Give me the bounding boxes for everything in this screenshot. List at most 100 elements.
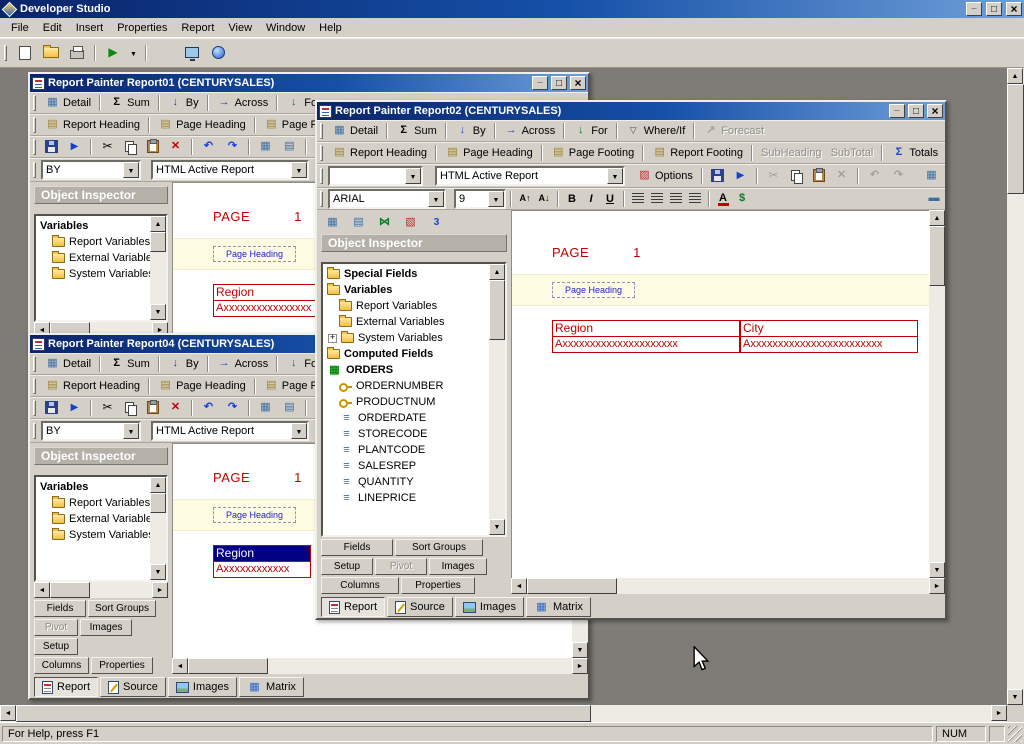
object-inspector-caption[interactable]: Object Inspector [34,447,168,465]
tree-item[interactable]: External Variables [323,314,489,330]
fields-tree[interactable]: Variables Report Variables External Vari… [34,475,168,582]
scroll-left-arrow[interactable] [511,578,527,594]
menu-report[interactable]: Report [174,20,221,36]
app-titlebar[interactable]: Developer Studio [0,0,1024,18]
combo-dropdown-button[interactable] [123,423,139,439]
menu-edit[interactable]: Edit [36,20,69,36]
scrollbar-thumb[interactable] [16,705,591,722]
tree-item[interactable]: ORDERDATE [323,410,489,426]
column-header[interactable]: City [740,320,918,337]
redo-button[interactable] [221,398,244,418]
grid-view-button[interactable] [254,137,277,157]
across-button[interactable]: Across [500,121,560,141]
paste-button[interactable] [143,398,163,418]
inspector-tab-properties[interactable]: Properties [401,577,475,594]
tree-item[interactable]: PRODUCTNUM [323,394,489,410]
shrink-font-button[interactable] [535,190,553,208]
report-heading-button[interactable]: Report Heading [328,143,431,163]
across-button[interactable]: Across [213,93,273,113]
report02-close-button[interactable] [927,104,943,118]
align-center-button[interactable] [648,190,666,208]
tab-matrix[interactable]: Matrix [526,597,591,617]
column-sample-value[interactable]: Axxxxxxxxxxxx [213,562,311,578]
scrollbar-thumb[interactable] [150,232,166,252]
tree-item[interactable]: Variables [323,282,489,298]
scroll-down-arrow[interactable] [489,519,505,535]
report01-titlebar[interactable]: Report Painter Report01 (CENTURYSALES) [30,74,588,92]
tree-style-view-button[interactable] [399,212,422,232]
inspector-tab-images[interactable]: Images [80,619,132,636]
menu-file[interactable]: File [4,20,36,36]
by-field-combo[interactable] [328,166,423,186]
run-report-button[interactable] [63,137,86,157]
tree-item[interactable]: PLANTCODE [323,442,489,458]
inspector-tab-fields[interactable]: Fields [34,600,86,617]
report02-maximize-button[interactable] [908,104,924,118]
tree-item[interactable]: QUANTITY [323,474,489,490]
tree-item[interactable]: External Variables [36,511,150,527]
delete-button[interactable] [164,398,187,418]
tab-source[interactable]: Source [100,677,166,697]
redo-button[interactable] [221,137,244,157]
inspector-tab-setup[interactable]: Setup [34,638,78,655]
tree-item[interactable]: ORDERS [323,362,489,378]
toolbar-grip[interactable] [320,145,323,161]
tab-report[interactable]: Report [34,677,98,697]
fields-tree[interactable]: Variables Report Variables External Vari… [34,214,168,322]
report02-minimize-button[interactable] [889,104,905,118]
menu-view[interactable]: View [221,20,259,36]
by-field-combo[interactable]: BY [41,421,141,441]
run-report-button[interactable] [729,166,752,186]
combo-dropdown-button[interactable] [291,423,307,439]
cut-button[interactable] [96,398,119,418]
output-format-combo[interactable]: HTML Active Report [435,166,625,186]
tree-item[interactable]: LINEPRICE [323,490,489,506]
tree-item[interactable]: System Variables [36,266,150,282]
scroll-down-arrow[interactable] [150,304,166,320]
tree-item[interactable]: Report Variables [36,234,150,250]
column-header[interactable]: Region [213,545,311,562]
inspector-tab-fields[interactable]: Fields [321,539,393,556]
toolbar-grip[interactable] [33,139,36,155]
canvas-horizontal-scrollbar[interactable] [172,658,588,674]
paste-button[interactable] [809,166,829,186]
align-justify-button[interactable] [686,190,704,208]
align-left-button[interactable] [629,190,647,208]
desktop-view-button[interactable] [180,41,204,65]
output-format-combo[interactable]: HTML Active Report [151,160,309,180]
report-column-region-selected[interactable]: Region Axxxxxxxxxxxx [213,545,311,578]
sum-button[interactable]: Sum [392,121,441,141]
scroll-up-arrow[interactable] [150,477,166,493]
toolbar-grip[interactable] [320,191,323,207]
toolbar-grip[interactable] [320,123,323,139]
workspace-vertical-scrollbar[interactable] [1007,68,1024,705]
tab-source[interactable]: Source [387,597,453,617]
scrollbar-thumb[interactable] [188,658,268,674]
toolbar-grip[interactable] [33,423,36,439]
scrollbar-thumb[interactable] [929,226,945,286]
cut-button[interactable] [96,137,119,157]
totals-button[interactable]: Totals [887,143,942,163]
tree-item[interactable]: System Variables [323,330,489,346]
run-button[interactable] [101,41,125,65]
toolbar-grip[interactable] [33,400,36,416]
app-maximize-button[interactable] [986,2,1002,16]
list-view-button[interactable] [278,137,301,157]
sum-button[interactable]: Sum [105,93,154,113]
toolbar-grip[interactable] [33,356,36,372]
tree-item[interactable]: External Variables [36,250,150,266]
scrollbar-thumb[interactable] [50,582,90,598]
scroll-down-arrow[interactable] [572,642,588,658]
tab-images[interactable]: Images [455,597,524,617]
scrollbar-thumb[interactable] [489,280,505,340]
scroll-up-arrow[interactable] [150,216,166,232]
save-button[interactable] [707,166,728,186]
toolbar-grip[interactable] [320,168,323,184]
page-heading-button[interactable]: Page Heading [154,376,250,396]
menu-insert[interactable]: Insert [69,20,111,36]
inspector-tab-columns[interactable]: Columns [321,577,399,594]
tree-item[interactable]: Special Fields [323,266,489,282]
across-button[interactable]: Across [213,354,273,374]
page-heading-button[interactable]: Page Heading [154,115,250,135]
tree-item[interactable]: Variables [36,479,150,495]
